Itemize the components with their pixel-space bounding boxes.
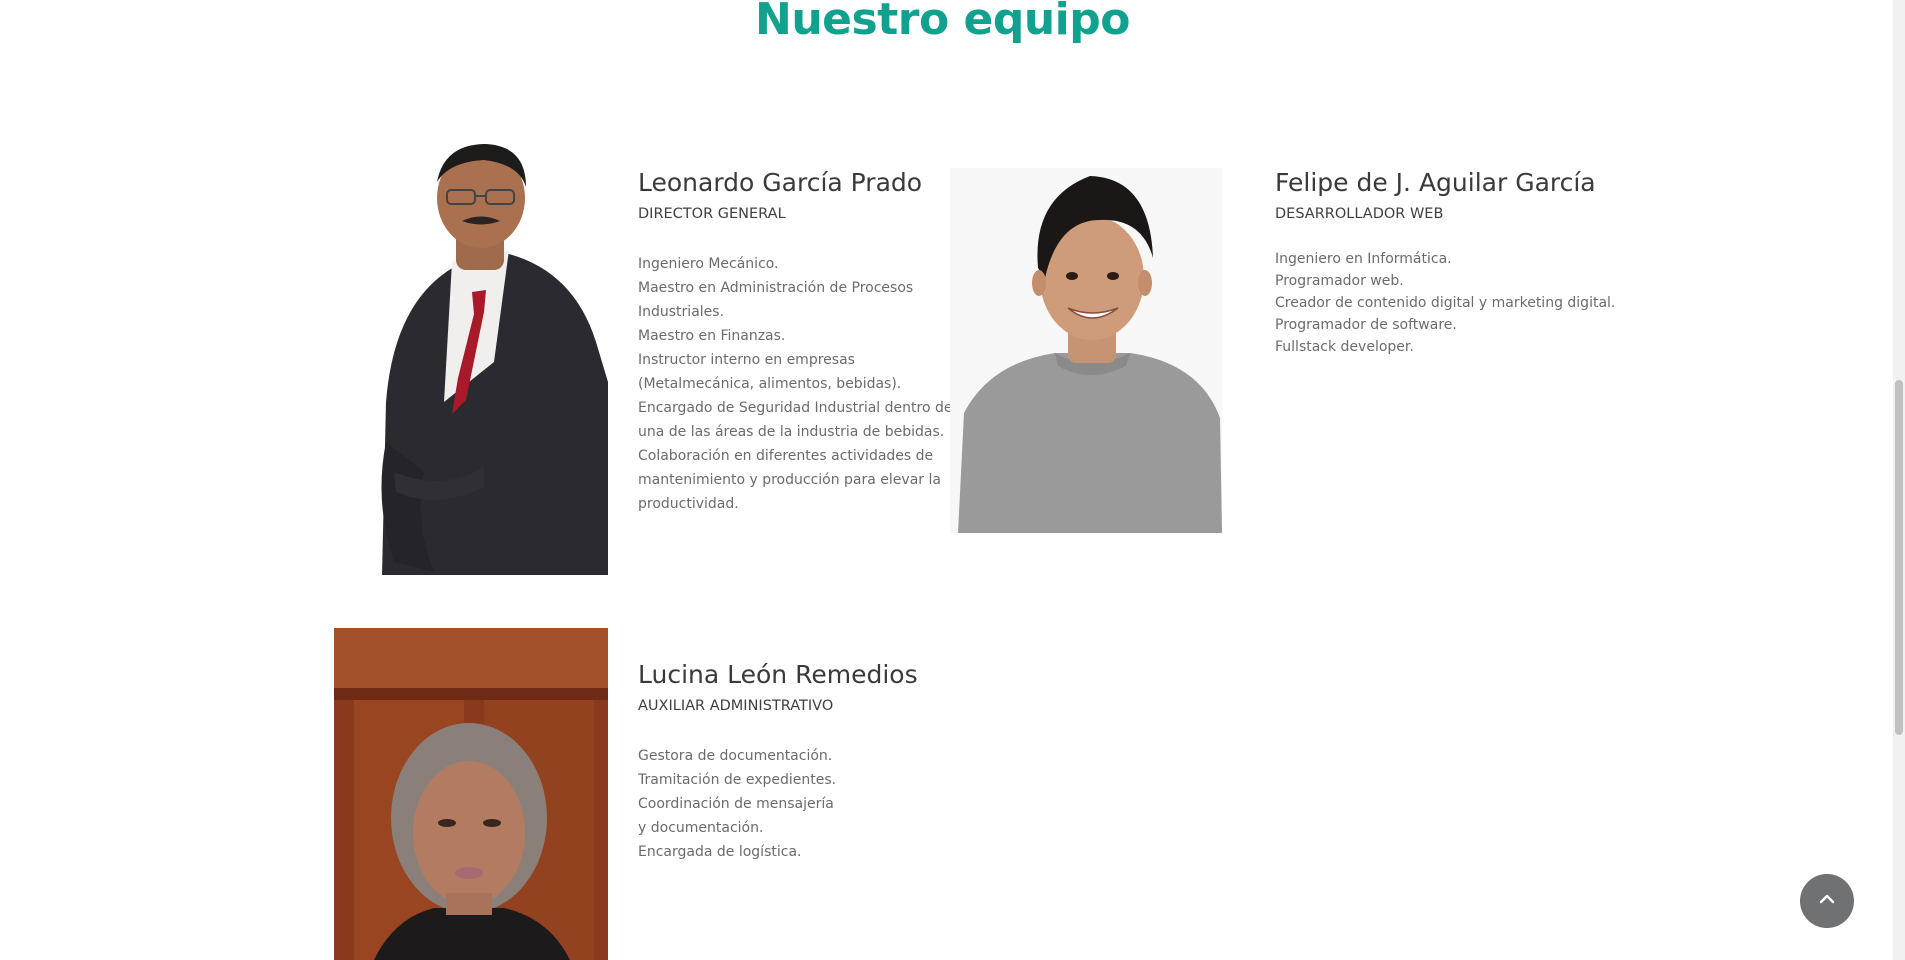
scrollbar-thumb[interactable]	[1895, 380, 1903, 735]
member-description: Ingeniero Mecánico. Maestro en Administr…	[638, 252, 952, 516]
back-to-top-button[interactable]	[1800, 874, 1854, 928]
section-title: Nuestro equipo	[755, 0, 1130, 45]
member-photo-felipe	[950, 168, 1222, 533]
member-photo-leonardo	[334, 142, 608, 575]
description-line: Maestro en Administración de Procesos	[638, 280, 914, 296]
member-role: AUXILIAR ADMINISTRATIVO	[638, 698, 834, 714]
description-line: Ingeniero en Informática.	[1275, 251, 1452, 267]
member-name: Felipe de J. Aguilar García	[1275, 168, 1596, 197]
team-page: Nuestro equipo Leonardo García Prado DIR…	[0, 0, 1905, 960]
description-line: Coordinación de mensajería	[638, 796, 834, 812]
member-description: Ingeniero en Informática. Programador we…	[1275, 248, 1615, 358]
member-role: DIRECTOR GENERAL	[638, 206, 786, 222]
description-line: Maestro en Finanzas.	[638, 328, 786, 344]
chevron-up-icon	[1816, 888, 1838, 915]
member-name: Leonardo García Prado	[638, 168, 923, 197]
description-line: una de las áreas de la industria de bebi…	[638, 424, 945, 440]
description-line: productividad.	[638, 496, 739, 512]
description-line: Tramitación de expedientes.	[638, 772, 837, 788]
description-line: Ingeniero Mecánico.	[638, 256, 779, 272]
description-line: Fullstack developer.	[1275, 339, 1414, 355]
description-line: Encargado de Seguridad Industrial dentro…	[638, 400, 953, 416]
description-line: Instructor interno en empresas	[638, 352, 855, 368]
member-description: Gestora de documentación. Tramitación de…	[638, 744, 918, 864]
description-line: Encargada de logística.	[638, 844, 802, 860]
description-line: (Metalmecánica, alimentos, bebidas).	[638, 376, 902, 392]
description-line: Colaboración en diferentes actividades d…	[638, 448, 934, 464]
member-name: Lucina León Remedios	[638, 660, 918, 689]
description-line: mantenimiento y producción para elevar l…	[638, 472, 941, 488]
description-line: y documentación.	[638, 820, 764, 836]
member-role: DESARROLLADOR WEB	[1275, 206, 1444, 222]
description-line: Programador web.	[1275, 273, 1404, 289]
page-scrollbar[interactable]	[1893, 0, 1905, 960]
description-line: Creador de contenido digital y marketing…	[1275, 295, 1616, 311]
member-photo-lucina	[334, 628, 608, 960]
description-line: Industriales.	[638, 304, 725, 320]
description-line: Gestora de documentación.	[638, 748, 833, 764]
description-line: Programador de software.	[1275, 317, 1457, 333]
